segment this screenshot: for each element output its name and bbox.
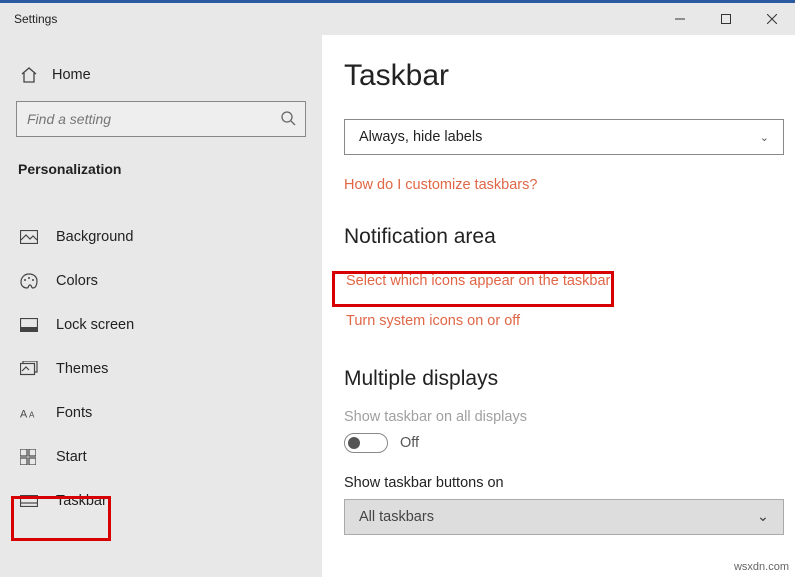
watermark: wsxdn.com	[734, 561, 789, 573]
taskbar-icon	[20, 495, 40, 507]
dropdown-value: Always, hide labels	[359, 129, 482, 145]
fonts-icon: AA	[20, 406, 40, 420]
search-wrap	[16, 101, 306, 137]
minimize-button[interactable]	[657, 3, 703, 35]
lock-screen-icon	[20, 318, 40, 332]
dropdown-value: All taskbars	[359, 509, 434, 525]
sidebar-item-start[interactable]: Start	[0, 435, 322, 479]
select-icons-link[interactable]: Select which icons appear on the taskbar	[344, 267, 795, 295]
sidebar-item-label: Themes	[56, 361, 108, 377]
show-buttons-on-label: Show taskbar buttons on	[344, 475, 795, 491]
sidebar-item-background[interactable]: Background	[0, 215, 322, 259]
themes-icon	[20, 361, 40, 377]
system-icons-link[interactable]: Turn system icons on or off	[344, 307, 795, 335]
sidebar: Home Personalization Background Colors L…	[0, 35, 322, 577]
chevron-down-icon: ⌄	[757, 509, 769, 525]
main-panel: Taskbar Always, hide labels ⌄ How do I c…	[322, 35, 795, 577]
sidebar-item-label: Background	[56, 229, 133, 245]
show-taskbar-all-toggle-row: Off	[344, 433, 795, 453]
toggle-knob	[348, 437, 360, 449]
sidebar-item-label: Colors	[56, 273, 98, 289]
toggle-state-label: Off	[400, 435, 419, 451]
sidebar-item-fonts[interactable]: AA Fonts	[0, 391, 322, 435]
show-taskbar-all-toggle[interactable]	[344, 433, 388, 453]
titlebar: Settings	[0, 3, 795, 35]
search-input[interactable]	[16, 101, 306, 137]
picture-icon	[20, 230, 40, 244]
svg-text:A: A	[20, 409, 28, 421]
sidebar-item-colors[interactable]: Colors	[0, 259, 322, 303]
help-link[interactable]: How do I customize taskbars?	[344, 177, 795, 193]
sidebar-item-lockscreen[interactable]: Lock screen	[0, 303, 322, 347]
sidebar-item-label: Fonts	[56, 405, 92, 421]
show-buttons-on-dropdown[interactable]: All taskbars ⌄	[344, 499, 784, 535]
sidebar-item-taskbar[interactable]: Taskbar	[0, 479, 322, 523]
combine-buttons-dropdown[interactable]: Always, hide labels ⌄	[344, 119, 784, 155]
sidebar-category: Personalization	[0, 151, 322, 187]
sidebar-home[interactable]: Home	[0, 57, 322, 93]
palette-icon	[20, 273, 40, 289]
window-controls	[657, 3, 795, 35]
multiple-displays-heading: Multiple displays	[344, 367, 795, 391]
sidebar-nav: Background Colors Lock screen Themes AA …	[0, 215, 322, 523]
sidebar-item-label: Taskbar	[56, 493, 107, 509]
sidebar-item-label: Start	[56, 449, 87, 465]
search-icon	[280, 110, 296, 131]
maximize-button[interactable]	[703, 3, 749, 35]
sidebar-item-themes[interactable]: Themes	[0, 347, 322, 391]
window-title: Settings	[14, 12, 57, 26]
sidebar-home-label: Home	[52, 67, 91, 83]
show-taskbar-all-label: Show taskbar on all displays	[344, 409, 795, 425]
start-icon	[20, 449, 40, 465]
sidebar-item-label: Lock screen	[56, 317, 134, 333]
chevron-down-icon: ⌄	[760, 131, 769, 144]
home-icon	[20, 67, 38, 83]
svg-text:A: A	[29, 411, 35, 420]
notification-heading: Notification area	[344, 225, 795, 249]
close-button[interactable]	[749, 3, 795, 35]
page-title: Taskbar	[344, 59, 795, 93]
